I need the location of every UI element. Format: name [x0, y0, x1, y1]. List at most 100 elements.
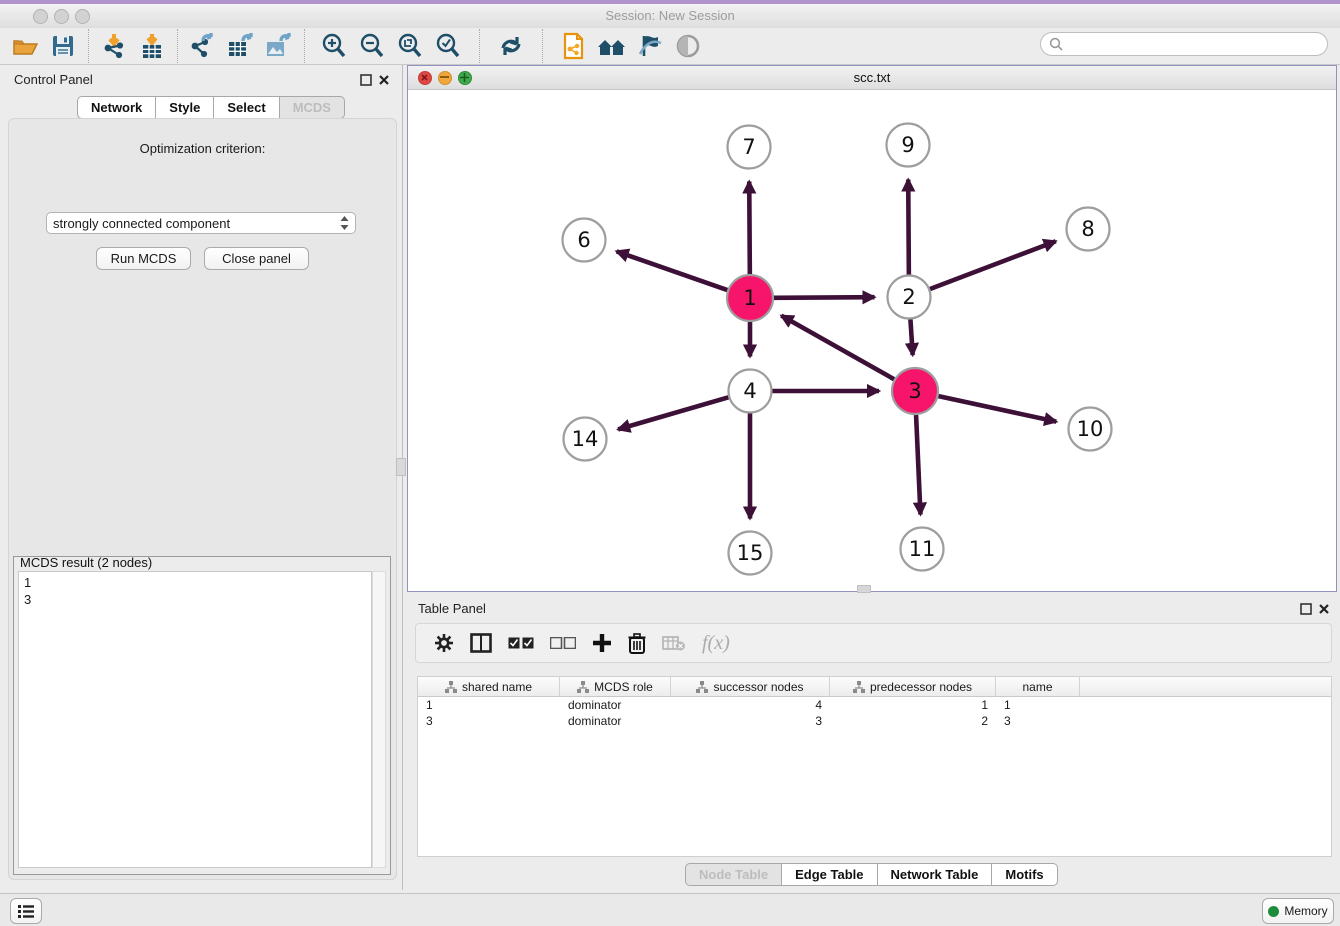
- tab-style[interactable]: Style: [156, 96, 214, 119]
- graph-node-9[interactable]: 9: [887, 124, 930, 167]
- run-mcds-button[interactable]: Run MCDS: [96, 247, 191, 270]
- tab-select[interactable]: Select: [214, 96, 279, 119]
- zoom-out-button[interactable]: [353, 28, 391, 64]
- network-window-titlebar[interactable]: scc.txt: [408, 66, 1336, 90]
- zoom-in-icon: [321, 33, 347, 59]
- network-window-resize-handle[interactable]: [857, 585, 871, 593]
- import-network-button[interactable]: [95, 28, 133, 64]
- control-panel: Control Panel Network Style Select MCDS …: [0, 65, 403, 890]
- cell-2-MCDS-role[interactable]: dominator: [560, 713, 671, 729]
- delete-table-icon[interactable]: [662, 635, 686, 651]
- graph-node-15[interactable]: 15: [729, 532, 772, 575]
- task-history-button[interactable]: [10, 898, 42, 924]
- column-header-predecessor-nodes[interactable]: predecessor nodes: [830, 677, 996, 696]
- column-header-MCDS-role[interactable]: MCDS role: [560, 677, 671, 696]
- search-input[interactable]: [1063, 36, 1327, 52]
- close-panel-button[interactable]: Close panel: [204, 247, 309, 270]
- select-all-icon[interactable]: [508, 637, 534, 649]
- tab-mcds[interactable]: MCDS: [280, 96, 345, 119]
- add-column-icon[interactable]: [592, 633, 612, 653]
- graph-edge-4-14[interactable]: [618, 397, 728, 429]
- graph-node-3[interactable]: 3: [892, 368, 938, 414]
- tab-node-table[interactable]: Node Table: [685, 863, 782, 886]
- save-session-button[interactable]: [44, 28, 82, 64]
- graph-edge-3-1[interactable]: [781, 316, 894, 380]
- graph-edge-2-3[interactable]: [910, 319, 912, 355]
- node-table: shared nameMCDS rolesuccessor nodesprede…: [417, 676, 1332, 857]
- graph-node-10[interactable]: 10: [1069, 408, 1112, 451]
- tab-network-table[interactable]: Network Table: [878, 863, 993, 886]
- control-panel-tabs: Network Style Select MCDS: [77, 96, 345, 119]
- graph-node-label-4: 4: [743, 379, 756, 403]
- column-header-shared-name[interactable]: shared name: [418, 677, 560, 696]
- import-table-button[interactable]: [133, 28, 171, 64]
- graph-edge-1-7[interactable]: [749, 181, 750, 274]
- cell-2-shared-name[interactable]: 3: [418, 713, 560, 729]
- close-panel-icon[interactable]: [378, 74, 390, 86]
- table-close-panel-icon[interactable]: [1318, 603, 1330, 615]
- table-body: 1dominator4113dominator323: [418, 697, 1331, 729]
- memory-status-dot: [1268, 906, 1279, 917]
- export-network-button[interactable]: [184, 28, 222, 64]
- graph-edge-3-10[interactable]: [938, 396, 1056, 422]
- export-image-button[interactable]: [260, 28, 298, 64]
- float-panel-icon[interactable]: [360, 74, 372, 86]
- panel-divider-handle[interactable]: [396, 458, 406, 476]
- graph-edge-1-2[interactable]: [774, 297, 875, 298]
- apply-layout-button[interactable]: [492, 28, 530, 64]
- cell-2-successor-nodes[interactable]: 3: [671, 713, 830, 729]
- network-minimize-button[interactable]: [438, 71, 452, 85]
- new-network-from-selection-button[interactable]: [555, 28, 593, 64]
- graph-node-1[interactable]: 1: [727, 275, 773, 321]
- graph-node-11[interactable]: 11: [901, 528, 944, 571]
- table-row-1[interactable]: 1dominator411: [418, 697, 1331, 713]
- table-tabs: Node Table Edge Table Network Table Moti…: [685, 863, 1058, 886]
- graph-edge-3-11[interactable]: [916, 415, 920, 515]
- zoom-selected-button[interactable]: [429, 28, 467, 64]
- show-all-button[interactable]: [669, 28, 707, 64]
- graph-node-6[interactable]: 6: [563, 219, 606, 262]
- graph-node-7[interactable]: 7: [728, 126, 771, 169]
- zoom-in-button[interactable]: [315, 28, 353, 64]
- first-neighbors-button[interactable]: [593, 28, 631, 64]
- graph-edge-2-9[interactable]: [908, 179, 909, 274]
- graph-canvas[interactable]: 1 2 3 4 6 7 8 9 10 11 14 15: [408, 90, 1336, 592]
- cell-2-predecessor-nodes[interactable]: 2: [830, 713, 996, 729]
- cell-1-shared-name[interactable]: 1: [418, 697, 560, 713]
- graph-node-14[interactable]: 14: [564, 418, 607, 461]
- table-float-panel-icon[interactable]: [1300, 603, 1312, 615]
- gear-icon[interactable]: [434, 633, 454, 653]
- memory-button[interactable]: Memory: [1262, 898, 1334, 924]
- column-header-successor-nodes[interactable]: successor nodes: [671, 677, 830, 696]
- export-table-button[interactable]: [222, 28, 260, 64]
- graph-node-8[interactable]: 8: [1067, 208, 1110, 251]
- function-builder-icon[interactable]: f(x): [702, 632, 730, 655]
- column-header-name[interactable]: name: [996, 677, 1080, 696]
- export-table-icon: [227, 33, 255, 59]
- tab-edge-table[interactable]: Edge Table: [782, 863, 877, 886]
- zoom-fit-button[interactable]: [391, 28, 429, 64]
- tab-network[interactable]: Network: [77, 96, 156, 119]
- graph-node-label-9: 9: [901, 133, 914, 157]
- cell-1-name[interactable]: 1: [996, 697, 1080, 713]
- cell-2-name[interactable]: 3: [996, 713, 1080, 729]
- mcds-result-scrollbar[interactable]: [372, 571, 386, 868]
- hide-selected-button[interactable]: [631, 28, 669, 64]
- delete-column-icon[interactable]: [628, 633, 646, 654]
- deselect-all-icon[interactable]: [550, 637, 576, 649]
- cell-1-predecessor-nodes[interactable]: 1: [830, 697, 996, 713]
- mcds-result-textarea[interactable]: 1 3: [18, 571, 372, 868]
- graph-node-4[interactable]: 4: [729, 370, 772, 413]
- tab-motifs[interactable]: Motifs: [992, 863, 1057, 886]
- graph-node-2[interactable]: 2: [888, 276, 931, 319]
- table-row-2[interactable]: 3dominator323: [418, 713, 1331, 729]
- criterion-select[interactable]: strongly connected component: [46, 212, 356, 234]
- graph-edge-1-6[interactable]: [617, 251, 728, 290]
- cell-1-MCDS-role[interactable]: dominator: [560, 697, 671, 713]
- cell-1-successor-nodes[interactable]: 4: [671, 697, 830, 713]
- column-visibility-icon[interactable]: [470, 633, 492, 653]
- graph-edge-2-8[interactable]: [930, 241, 1056, 289]
- search-field[interactable]: [1040, 32, 1328, 56]
- graph-node-label-15: 15: [737, 541, 764, 565]
- open-file-button[interactable]: [6, 28, 44, 64]
